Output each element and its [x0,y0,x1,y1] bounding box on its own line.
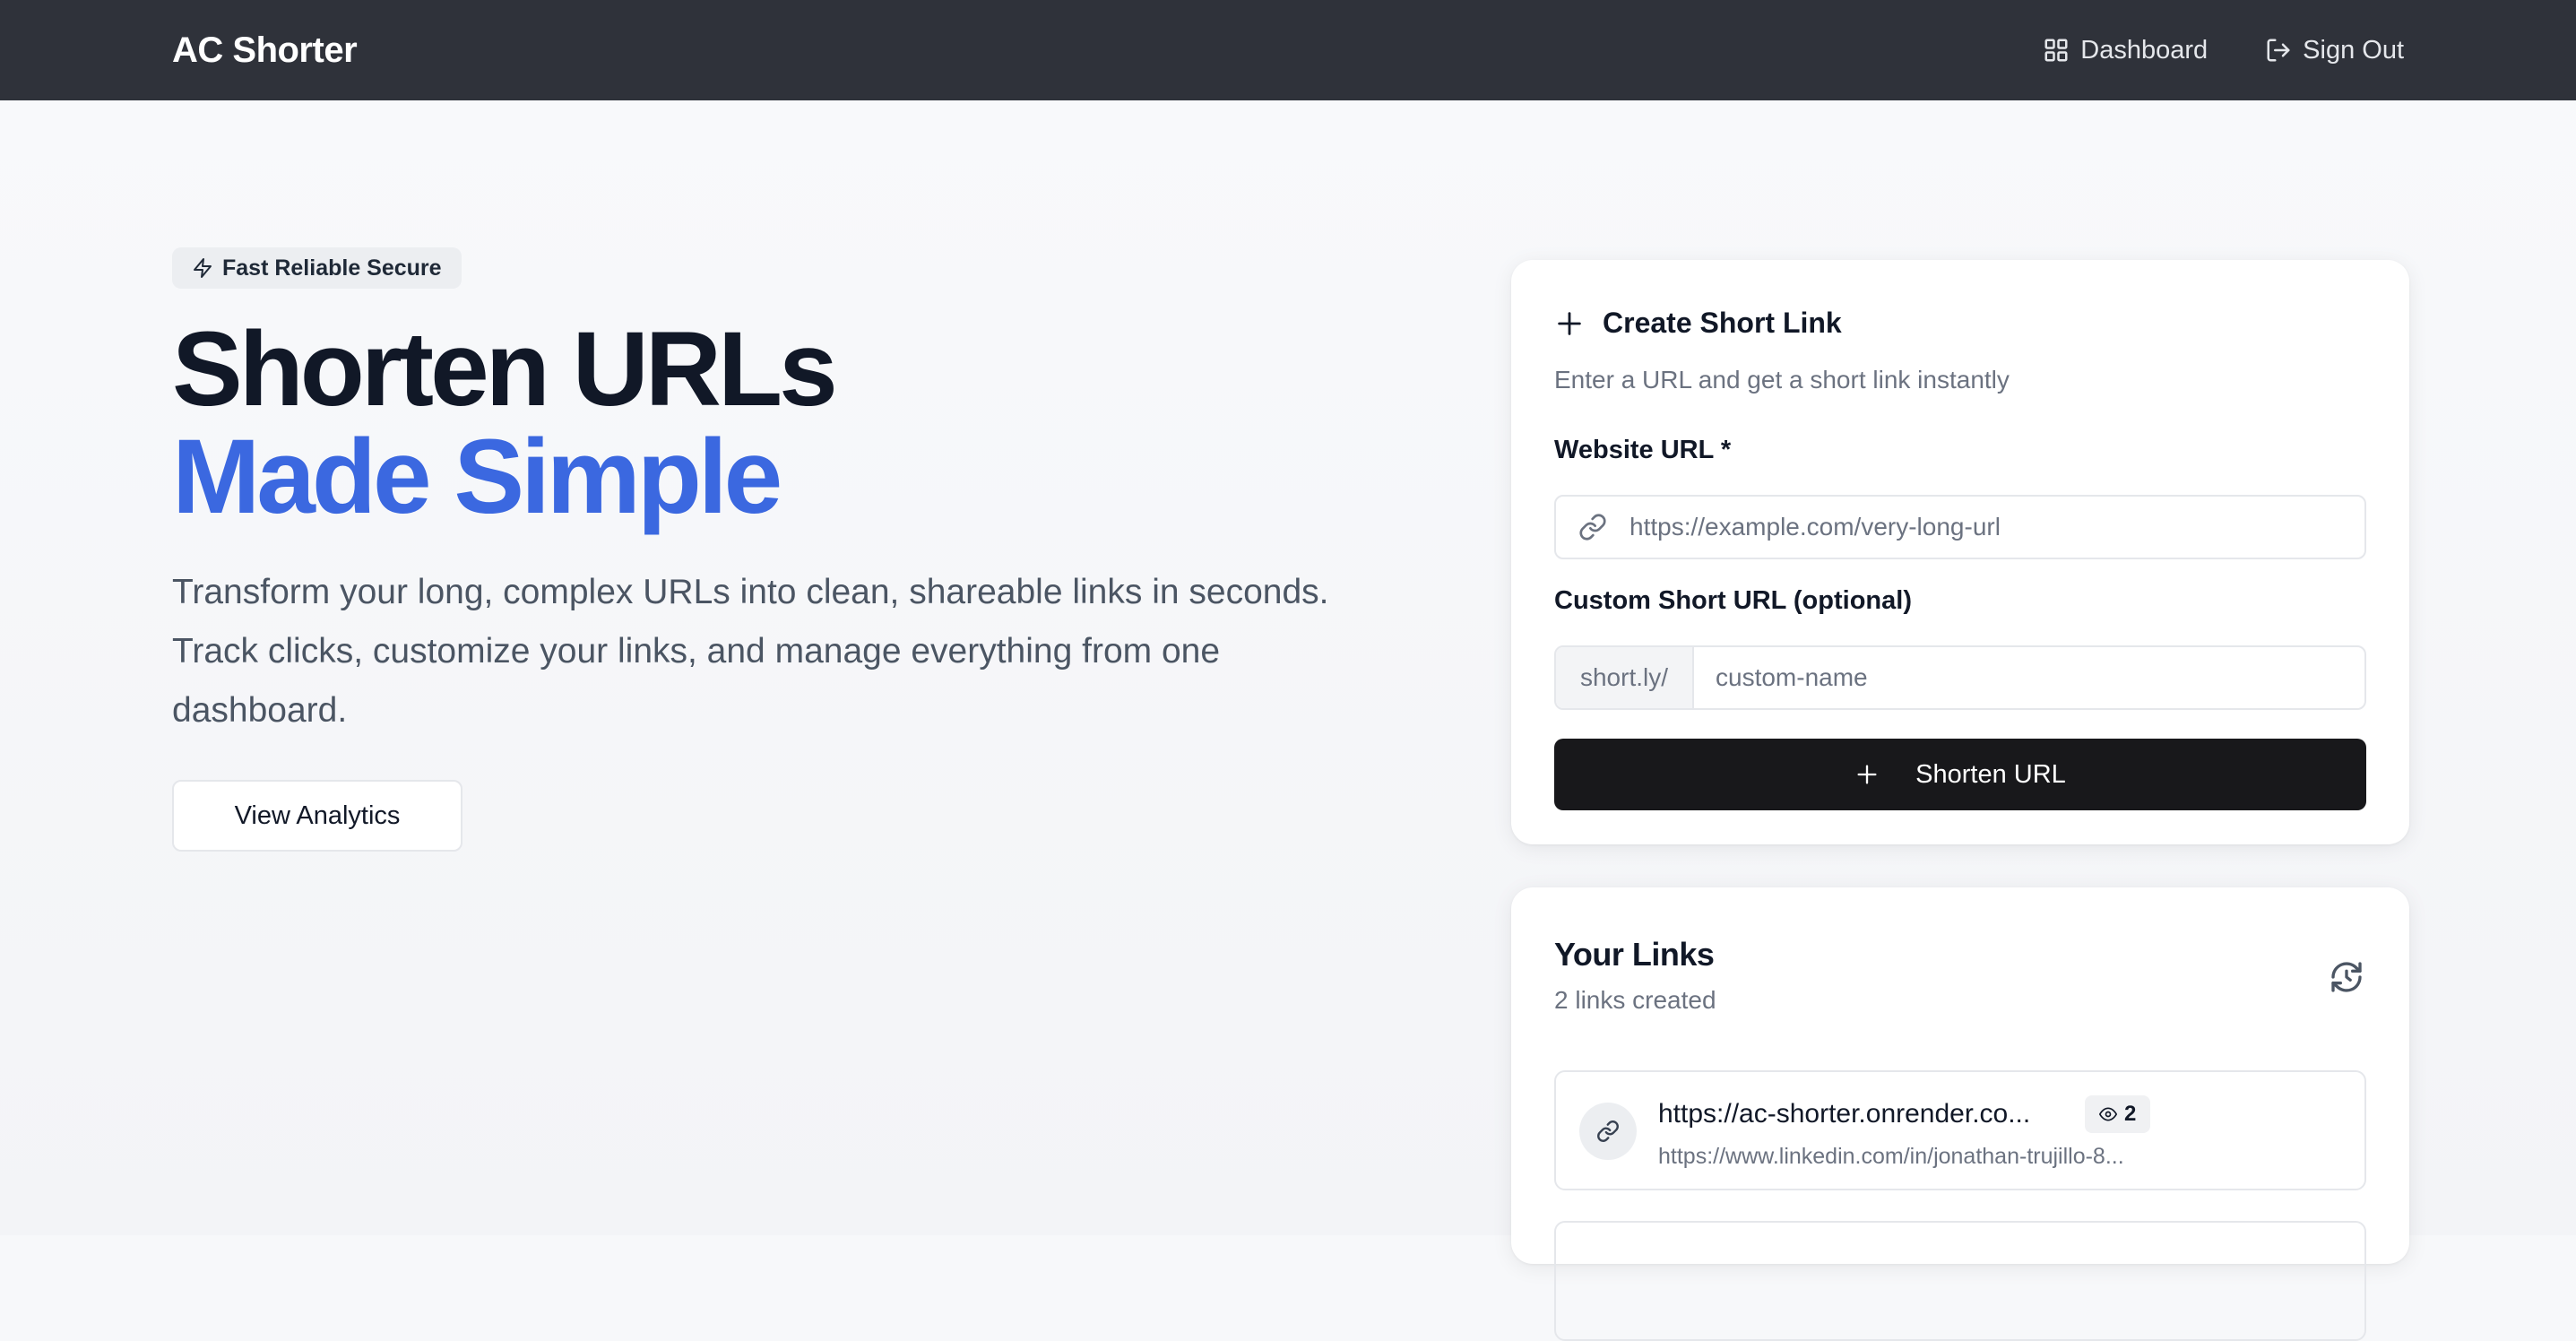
lightning-icon [194,258,212,278]
link-list-item[interactable]: https://ac-shorter.onrender.co... 2 http… [1554,1070,2366,1190]
nav-sign-out-link[interactable]: Sign Out [2265,36,2404,65]
nav-dashboard-link[interactable]: Dashboard [2043,36,2208,65]
nav-dashboard-label: Dashboard [2080,35,2209,65]
your-links-title: Your Links [1554,936,1715,973]
nav-links: Dashboard Sign Out [2043,36,2404,65]
link-icon [1597,1120,1619,1142]
feature-badge-label: Fast Reliable Secure [222,255,442,281]
website-url-input[interactable] [1629,497,2364,558]
nav-sign-out-label: Sign Out [2303,35,2404,65]
links-count: 2 links created [1554,986,1716,1014]
refresh-icon [2331,962,2362,992]
create-card-header: Create Short Link [1554,307,1842,340]
plus-icon [1558,311,1581,335]
website-url-field [1554,495,2366,559]
website-url-label: Website URL * [1554,436,1732,464]
hero-title: Shorten URLs Made Simple [172,316,838,536]
top-navbar: AC Shorter Dashboard Sign Out [0,0,2576,100]
link-item-avatar [1579,1103,1637,1160]
custom-short-url-field: short.ly/ [1554,645,2366,710]
main-content: Fast Reliable Secure Shorten URLs Made S… [0,100,2576,1341]
link-short-url[interactable]: https://ac-shorter.onrender.co... [1658,1099,2030,1129]
create-card-subtitle: Enter a URL and get a short link instant… [1554,366,2010,394]
hero-title-line2: Made Simple [172,418,782,536]
custom-short-url-label: Custom Short URL (optional) [1554,586,1912,615]
sign-out-icon [2267,39,2290,62]
link-icon [1556,513,1629,541]
feature-badge: Fast Reliable Secure [172,247,462,289]
link-original-url: https://www.linkedin.com/in/jonathan-tru… [1658,1144,2124,1169]
link-clicks-badge: 2 [2085,1095,2151,1133]
dashboard-grid-icon [2044,39,2068,62]
plus-icon [1857,765,1877,784]
hero-title-line1: Shorten URLs [172,310,838,428]
brand-logo[interactable]: AC Shorter [172,30,358,71]
create-card-title: Create Short Link [1603,307,1842,339]
link-list-item[interactable] [1554,1221,2366,1341]
refresh-button[interactable] [2327,957,2366,997]
view-analytics-button[interactable]: View Analytics [172,780,462,852]
custom-name-input[interactable] [1694,647,2364,708]
eye-icon [2099,1107,2117,1121]
your-links-card: Your Links 2 links created https://ac-sh… [1511,887,2409,1341]
create-short-link-card: Create Short Link Enter a URL and get a … [1511,260,2409,844]
short-url-prefix: short.ly/ [1556,647,1694,708]
link-clicks-count: 2 [2124,1102,2137,1126]
shorten-url-button[interactable]: Shorten URL [1554,739,2366,810]
hero-description: Transform your long, complex URLs into c… [172,573,1329,730]
shorten-url-label: Shorten URL [1915,759,2066,789]
